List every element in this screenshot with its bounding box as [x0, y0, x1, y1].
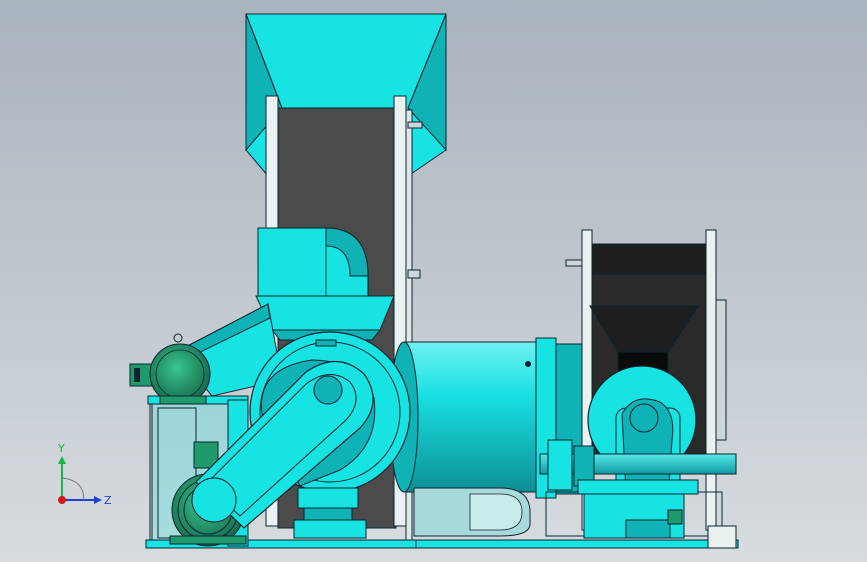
discharge-elbow-chute [257, 227, 369, 299]
triad-origin [58, 496, 66, 504]
z-axis-label: Z [104, 494, 112, 507]
y-axis-label: Y [57, 442, 65, 455]
cad-viewport[interactable]: Y Z [0, 0, 867, 562]
return-duct [413, 487, 531, 537]
crusher-assembly-view[interactable]: Y Z [0, 0, 867, 562]
